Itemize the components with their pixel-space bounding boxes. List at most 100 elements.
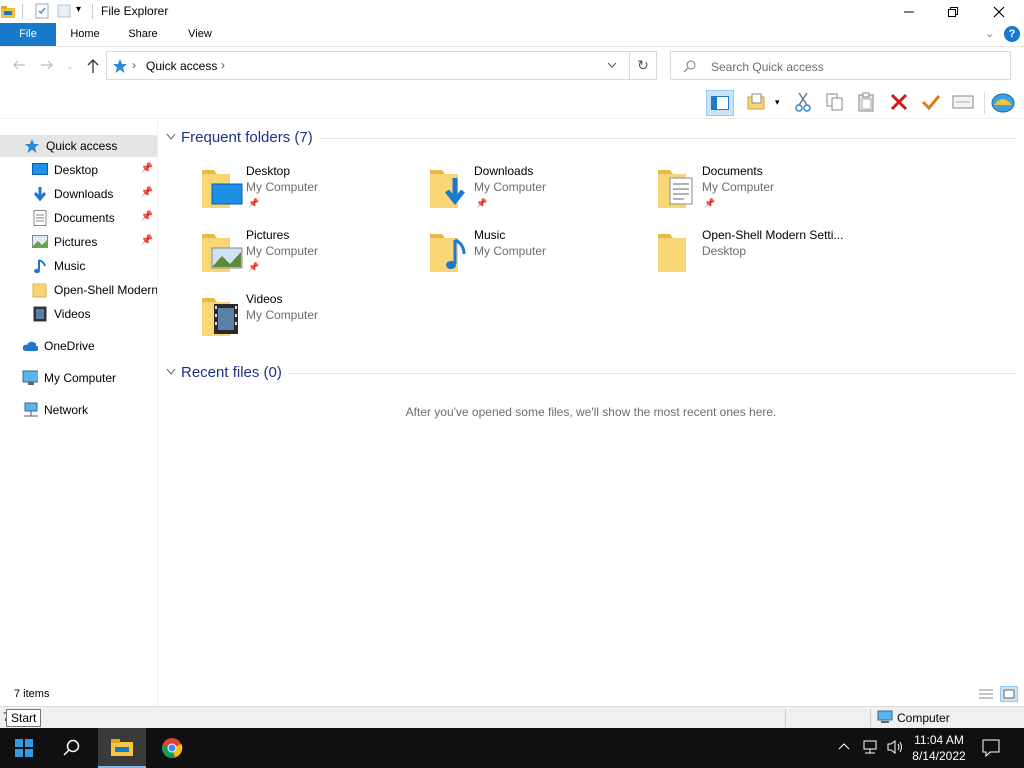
nav-item-videos[interactable]: Videos xyxy=(0,303,157,325)
window-title: File Explorer xyxy=(101,4,169,18)
status-bar: 7 items xyxy=(0,684,1024,706)
properties-icon[interactable] xyxy=(34,3,50,19)
desktop-folder-icon xyxy=(200,164,244,212)
recent-files-header[interactable]: Recent files (0) xyxy=(166,364,282,381)
nav-item-music[interactable]: Music xyxy=(0,255,157,277)
section-divider xyxy=(288,373,1016,374)
videos-folder-icon xyxy=(200,292,244,340)
navigation-pane-icon[interactable] xyxy=(706,90,734,116)
folder-icon xyxy=(656,228,700,276)
copy-icon[interactable] xyxy=(822,89,848,115)
folder-tile-downloads[interactable]: Downloads My Computer 📌 xyxy=(428,164,648,224)
paste-icon[interactable] xyxy=(854,89,880,115)
network-tray-icon[interactable] xyxy=(862,739,880,758)
chrome-icon[interactable] xyxy=(148,728,196,768)
restore-button[interactable] xyxy=(930,0,976,23)
nav-item-onedrive[interactable]: OneDrive xyxy=(0,335,157,357)
new-folder-icon[interactable] xyxy=(56,3,72,19)
computer-zone-label: Computer xyxy=(897,711,950,725)
computer-zone-icon xyxy=(877,710,893,727)
minimize-button[interactable] xyxy=(886,0,932,23)
explorer-app-icon[interactable] xyxy=(0,3,16,19)
folder-location: My Computer xyxy=(246,308,319,322)
folder-location: My Computer xyxy=(246,244,319,258)
expand-ribbon-icon[interactable]: ⌄ xyxy=(985,27,994,40)
tab-share[interactable]: Share xyxy=(122,23,164,46)
folder-tile-desktop[interactable]: Desktop My Computer 📌 xyxy=(200,164,420,224)
nav-label: Downloads xyxy=(54,187,114,201)
refresh-button[interactable]: ↻ xyxy=(629,51,657,80)
details-view-icon[interactable] xyxy=(978,687,994,704)
help-icon[interactable]: ? xyxy=(1004,26,1020,42)
folder-name: Music xyxy=(474,228,506,242)
forward-button[interactable] xyxy=(38,58,56,74)
tab-file[interactable]: File xyxy=(0,23,56,46)
up-button[interactable] xyxy=(84,58,102,74)
nav-item-my-computer[interactable]: My Computer xyxy=(0,367,157,389)
pin-icon: 📌 xyxy=(248,262,260,272)
tab-view[interactable]: View xyxy=(180,23,220,46)
cut-icon[interactable] xyxy=(790,89,816,115)
pictures-folder-icon xyxy=(200,228,244,276)
documents-icon xyxy=(32,210,48,226)
pin-icon[interactable]: 📌 xyxy=(141,211,153,222)
pin-icon[interactable]: 📌 xyxy=(141,163,153,174)
pin-icon[interactable]: 📌 xyxy=(141,235,153,246)
back-button[interactable] xyxy=(10,58,28,74)
nav-label: Videos xyxy=(54,307,91,321)
pin-icon: 📌 xyxy=(476,198,488,208)
folder-tile-documents[interactable]: Documents My Computer 📌 xyxy=(656,164,876,224)
address-dropdown-icon[interactable] xyxy=(607,59,617,73)
music-folder-icon xyxy=(428,228,472,276)
nav-item-open-shell[interactable]: Open-Shell Modern xyxy=(0,279,157,301)
breadcrumb-quick-access[interactable]: Quick access xyxy=(146,59,217,73)
nav-label: Network xyxy=(44,403,89,417)
folder-location: My Computer xyxy=(474,180,547,194)
network-icon xyxy=(22,402,38,418)
section-title: Recent files (0) xyxy=(181,364,282,381)
notifications-icon[interactable] xyxy=(982,739,1000,760)
folder-tile-pictures[interactable]: Pictures My Computer 📌 xyxy=(200,228,420,288)
status-divider xyxy=(870,709,871,727)
folder-options-icon[interactable] xyxy=(744,89,770,115)
downloads-folder-icon xyxy=(428,164,472,212)
breadcrumb-separator-icon[interactable]: › xyxy=(132,58,136,72)
large-icons-view-icon[interactable] xyxy=(1000,686,1018,702)
nav-item-desktop[interactable]: Desktop 📌 xyxy=(0,159,157,181)
nav-item-pictures[interactable]: Pictures 📌 xyxy=(0,231,157,253)
email-icon[interactable] xyxy=(950,89,976,115)
properties-check-icon[interactable] xyxy=(918,89,944,115)
music-note-icon xyxy=(32,258,48,274)
volume-icon[interactable] xyxy=(886,739,904,758)
qat-dropdown-icon[interactable]: ▾ xyxy=(76,4,81,15)
open-shell-settings-icon[interactable] xyxy=(990,89,1016,115)
nav-item-network[interactable]: Network xyxy=(0,399,157,421)
folder-tile-open-shell[interactable]: Open-Shell Modern Setti... Desktop xyxy=(656,228,876,288)
file-explorer-taskbar-icon[interactable] xyxy=(98,728,146,768)
delete-icon[interactable] xyxy=(886,89,912,115)
search-taskbar-icon[interactable] xyxy=(48,728,96,768)
nav-label: Open-Shell Modern xyxy=(54,283,157,297)
pin-icon: 📌 xyxy=(248,198,260,208)
clock[interactable]: 11:04 AM 8/14/2022 xyxy=(906,732,972,764)
collapse-chevron-icon[interactable] xyxy=(166,367,176,379)
collapse-chevron-icon[interactable] xyxy=(166,132,176,144)
nav-label: My Computer xyxy=(44,371,117,385)
download-arrow-icon xyxy=(32,186,48,202)
nav-item-downloads[interactable]: Downloads 📌 xyxy=(0,183,157,205)
show-hidden-icons-icon[interactable] xyxy=(838,740,850,754)
breadcrumb-chevron-icon[interactable]: › xyxy=(221,58,225,72)
frequent-folders-header[interactable]: Frequent folders (7) xyxy=(166,129,313,146)
search-input[interactable]: Search Quick access xyxy=(670,51,1011,80)
pin-icon[interactable]: 📌 xyxy=(141,187,153,198)
folder-options-dropdown-icon[interactable]: ▾ xyxy=(775,97,780,108)
address-bar[interactable]: › Quick access › xyxy=(106,51,630,80)
folder-tile-music[interactable]: Music My Computer xyxy=(428,228,648,288)
nav-item-documents[interactable]: Documents 📌 xyxy=(0,207,157,229)
folder-tile-videos[interactable]: Videos My Computer xyxy=(200,292,420,352)
tab-home[interactable]: Home xyxy=(64,23,106,46)
recent-locations-icon[interactable]: ⌄ xyxy=(66,61,74,72)
start-button[interactable] xyxy=(0,728,48,768)
nav-item-quick-access[interactable]: Quick access xyxy=(0,135,157,157)
close-button[interactable] xyxy=(976,0,1022,23)
